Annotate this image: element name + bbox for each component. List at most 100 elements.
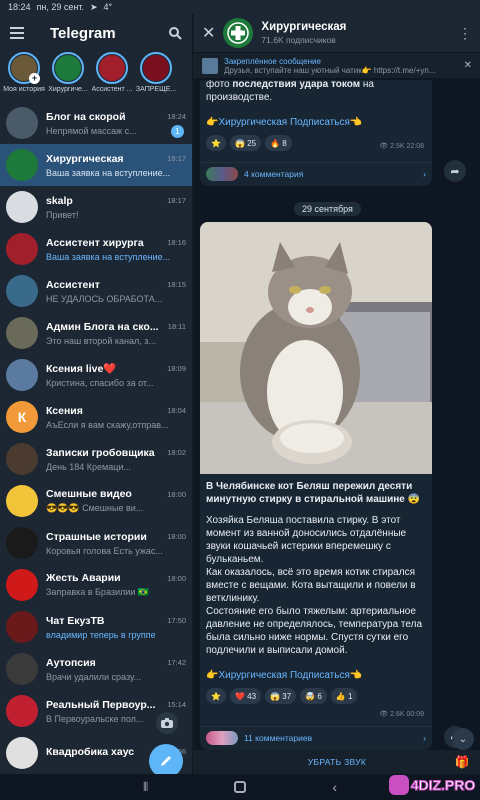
chat-avatar [6,527,38,559]
chat-item[interactable]: Записки гробовщика 18:02 День 184 Кремаци.… [0,438,192,480]
pinned-text: Друзья, вступайте наш уютный чатик👉 http… [224,65,436,75]
chat-name: Страшные истории [46,530,147,543]
scroll-down-button[interactable]: ⌄ [452,728,474,750]
chat-time: 17:50 [167,616,186,625]
stories-row: + Моя история Хирургиче... Ассистент ... ЗАП… [0,52,192,102]
channel-header: ✕ Хирургическая 71.6K подписчиков ⋮ [194,14,480,52]
pencil-icon [161,756,171,766]
message-bubble[interactable]: фото последствия удара током на производ… [200,80,432,186]
story-item[interactable]: Хирургиче... [48,52,88,93]
date-separator: 29 сентября [294,202,361,216]
reaction-chip[interactable]: ⭐ [206,688,226,704]
chat-avatar [6,149,38,181]
story-label: Моя история [3,86,45,93]
chat-item[interactable]: Ксения live❤️ 18:09 Кристина, спасибо за о… [0,354,192,396]
chat-avatar [6,191,38,223]
chat-preview: 😎😎😎 Смешные ви... [46,503,144,513]
subscribe-link[interactable]: 👉Хирургическая Подписаться👈 [200,116,432,129]
channel-title: Хирургическая [261,21,347,33]
chat-name: Ассистент хирурга [46,236,144,249]
chat-item[interactable]: Аутопсия 17:42 Врачи удалили сразу... [0,648,192,690]
reaction-chip[interactable]: 😱 25 [229,135,262,151]
chat-item[interactable]: Ассистент хирурга 18:16 Ваша заявка на вст… [0,228,192,270]
chat-item[interactable]: Админ Блога на ско... 18:11 Это наш второй… [0,312,192,354]
chat-name: Админ Блога на ско... [46,320,159,333]
channel-avatar[interactable] [223,18,254,48]
chat-item[interactable]: skalp 18:17 Привет! [0,186,192,228]
app-title: Telegram [50,24,116,42]
story-label: ЗАПРЕЩЁ... [135,86,177,93]
chat-name: Ксения [46,404,83,417]
story-item[interactable]: ЗАПРЕЩЁ... [136,52,176,93]
chat-time: 18:24 [167,112,186,121]
chat-preview: Ваша заявка на вступление... [46,251,171,262]
comments-button[interactable]: 11 комментариев › [200,726,432,748]
message-bubble[interactable]: В Челябинске кот Беляш пережил десяти ми… [200,222,432,750]
compose-button[interactable] [149,744,183,778]
chat-preview: Привет! [46,209,79,220]
channel-subscribers: 71.6K подписчиков [261,35,336,45]
watermark: 4DIZ.PRO [384,770,480,800]
chat-name: skalp [46,194,73,207]
chat-time: 18:15 [167,280,186,289]
reaction-chip[interactable]: ❤️ 43 [229,688,262,704]
message-photo[interactable] [200,222,432,474]
close-icon[interactable]: ✕ [202,23,215,43]
chat-item[interactable]: Хирургическая 18:17 Ваша заявка на вступле… [0,144,192,186]
chat-avatar [6,275,38,307]
chat-item[interactable]: Смешные видео 18:00 😎😎😎 Смешные ви... [0,480,192,522]
home-icon[interactable] [234,781,247,793]
more-icon[interactable]: ⋮ [458,25,472,42]
chat-list-panel: Telegram + Моя история Хирургиче... Ассисте… [0,14,193,778]
chat-name: Смешные видео [46,488,132,500]
unread-badge: 1 [171,125,184,138]
recent-apps-icon[interactable]: ⦀ [143,780,148,795]
story-ring [52,52,84,84]
chat-time: 18:00 [167,573,186,583]
share-button[interactable]: ➦ [444,160,466,182]
chat-name: Жесть Аварии [46,572,121,584]
pinned-thumbnail [202,57,218,74]
chat-time: 18:17 [167,154,186,163]
chat-avatar [6,653,38,685]
chat-preview: Кристина, спасибо за от... [46,378,154,388]
reaction-chip[interactable]: 😱 37 [265,688,297,704]
close-pinned-icon[interactable]: ✕ [464,60,472,71]
chat-item[interactable]: Жесть Аварии 18:00 Заправка в Бразилии 🇧🇷 [0,564,192,606]
chat-item[interactable]: Чат ЕкузТВ 17:50 владимир теперь в группе [0,606,192,648]
chat-item[interactable]: Страшные истории 18:00 Коровья голова Есть… [0,522,192,564]
back-icon[interactable]: ‹ [332,779,337,795]
story-item[interactable]: Ассистент ... [92,52,132,93]
gift-icon[interactable]: 🎁 [455,755,470,769]
pinned-message[interactable]: Закреплённое сообщение Друзья, вступайте… [194,52,480,78]
chat-preview: АъЕсли я вам скажу,отправ... [46,419,169,430]
chat-time: 15:14 [167,700,186,709]
chat-preview: Врачи удалили сразу... [46,671,142,682]
chat-name: Ассистент [46,278,100,291]
mute-button[interactable]: УБРАТЬ ЗВУК [308,757,366,767]
chat-name: Блог на скорой [46,110,126,123]
reaction-chip[interactable]: 🤯 6 [300,688,327,704]
reaction-chip[interactable]: 👍 1 [330,688,358,704]
reaction-chip[interactable]: 🔥 8 [265,135,292,151]
subscribe-link[interactable]: 👉Хирургическая Подписаться👈 [200,669,432,682]
pinned-title: Закреплённое сообщение [224,56,321,66]
chat-avatar [6,485,38,517]
story-label: Хирургиче... [48,86,88,93]
chat-avatar [6,695,38,727]
chat-time: 18:02 [167,448,186,457]
chat-item[interactable]: Блог на скорой 18:24 Непрямой массаж с... 1 [0,102,192,144]
chat-preview: Непрямой массаж с... [46,125,137,136]
camera-button[interactable] [156,712,178,734]
story-item[interactable]: + Моя история [3,52,45,93]
story-ring: + [8,52,40,84]
chat-time: 18:11 [167,322,186,331]
chat-item[interactable]: Ассистент 18:15 НЕ УДАЛОСЬ ОБРАБОТА... [0,270,192,312]
chat-avatar [6,233,38,265]
comments-button[interactable]: 4 комментария › [200,162,432,184]
menu-icon[interactable] [10,27,24,39]
chat-item[interactable]: К Ксения 18:04 АъЕсли я вам скажу,отправ... [0,396,192,438]
reaction-chip[interactable]: ⭐ [206,135,226,151]
message-headline: В Челябинске кот Беляш пережил десяти ми… [206,481,421,505]
search-icon[interactable] [169,26,182,40]
